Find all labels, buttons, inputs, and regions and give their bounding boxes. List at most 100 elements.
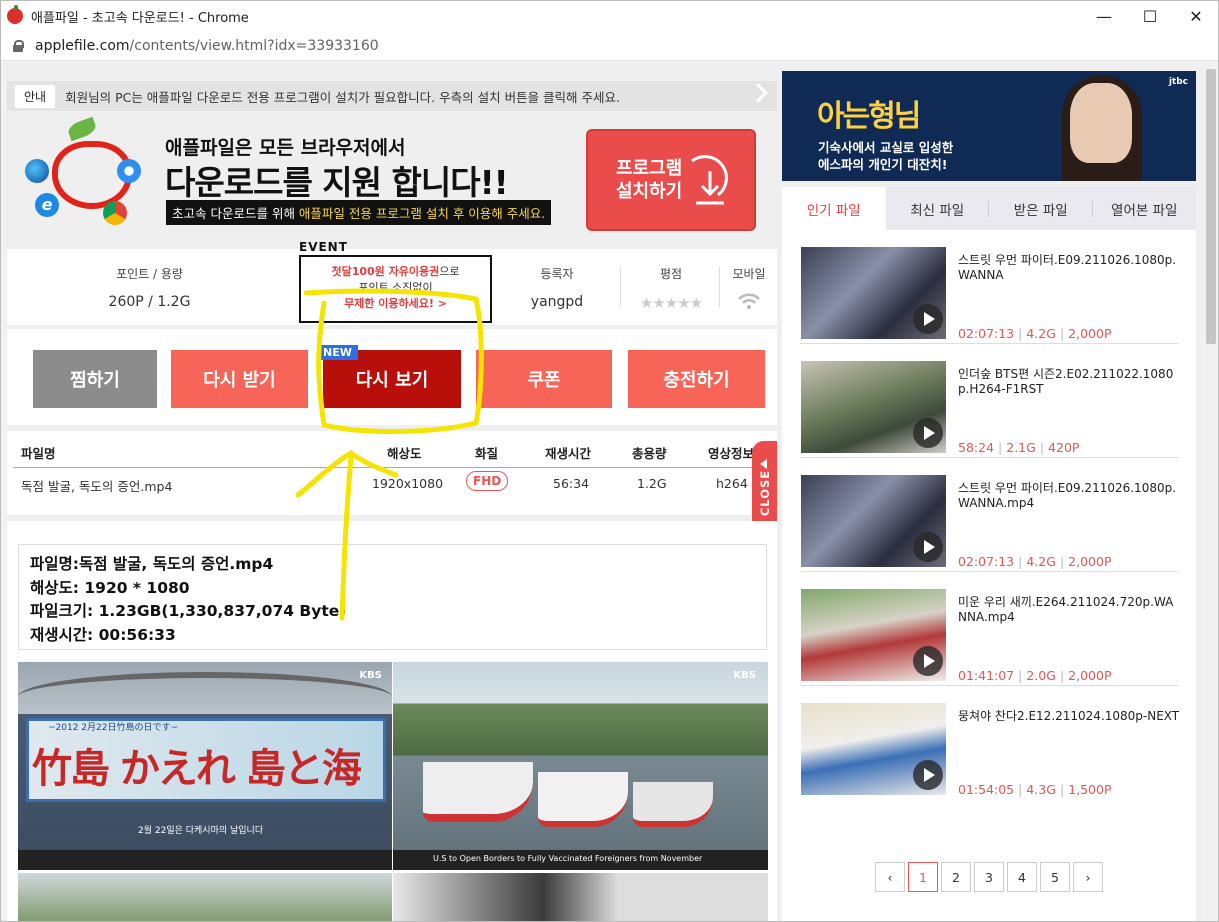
safari-browser-icon	[117, 159, 141, 183]
install-notice-bar[interactable]: 안내 회원님의 PC는 애플파일 다운로드 전용 프로그램이 설치가 필요합니다…	[7, 81, 777, 111]
item-size: 4.2G	[1026, 554, 1056, 569]
col-codec: 영상정보	[708, 446, 755, 461]
edge-browser-icon	[25, 159, 49, 183]
notice-tag: 안내	[15, 84, 56, 108]
browser-window: 애플파일 - 초고속 다운로드! - Chrome — ☐ ✕ applefil…	[0, 0, 1219, 922]
event-popup[interactable]: 첫달100원 자유이용권으로 포인트 소진없이 무제한 이용하세요! >	[299, 255, 492, 323]
file-resolution: 1920x1080	[372, 476, 444, 491]
rating-label: 평점	[659, 267, 683, 281]
item-price: 2,000P	[1068, 554, 1112, 569]
ad-banner[interactable]: 아는형님 기숙사에서 교실로 입성한 에스파의 개인기 대잔치! jtbc	[782, 71, 1196, 181]
maximize-button[interactable]: ☐	[1127, 1, 1173, 31]
list-item[interactable]: 뭉쳐야 찬다2.E12.211024.1080p-NEXT 01:54:05 | 4…	[800, 686, 1179, 800]
coupon-button[interactable]: 쿠폰	[476, 350, 612, 408]
page-content: 안내 회원님의 PC는 애플파일 다운로드 전용 프로그램이 설치가 필요합니다…	[6, 63, 1203, 921]
thumbnail[interactable]	[801, 703, 946, 795]
ad-caption: 기숙사에서 교실로 입성한 에스파의 개인기 대잔치!	[818, 140, 954, 172]
tab-popular[interactable]: 인기 파일	[782, 187, 886, 230]
rating-stars[interactable]: ★★★★★	[627, 294, 715, 312]
preview-screenshot-2[interactable]: U.S to Open Borders to Fully Vaccinated …	[393, 662, 768, 870]
thumbnail[interactable]	[801, 475, 946, 567]
apple-favicon-icon	[7, 5, 23, 24]
download-arrow-icon	[691, 155, 728, 205]
charge-button[interactable]: 충전하기	[628, 350, 765, 408]
item-price: 2,000P	[1068, 668, 1112, 683]
page-3-button[interactable]: 3	[974, 862, 1004, 892]
scrollbar-thumb[interactable]	[1206, 69, 1216, 344]
install-program-button[interactable]: 프로그램 설치하기	[586, 129, 756, 231]
file-tabs: 인기 파일 최신 파일 받은 파일 열어본 파일	[782, 187, 1196, 230]
title-bar: 애플파일 - 초고속 다운로드! - Chrome — ☐ ✕	[1, 1, 1218, 31]
list-item[interactable]: 스트릿 우먼 파이터.E09.211026.1080p.WANNA.mp4 02…	[800, 458, 1179, 572]
page-4-button[interactable]: 4	[1007, 862, 1037, 892]
play-icon[interactable]	[913, 760, 943, 790]
item-title[interactable]: 미운 우리 새끼.E264.211024.720p.WANNA.mp4	[958, 595, 1180, 625]
address-bar[interactable]: applefile.com/contents/view.html?idx=339…	[1, 31, 1218, 61]
chrome-browser-icon	[103, 201, 127, 225]
ad-person-image	[1070, 83, 1132, 163]
lock-icon	[13, 39, 24, 52]
item-title[interactable]: 뭉쳐야 찬다2.E12.211024.1080p-NEXT	[958, 709, 1180, 724]
tab-latest[interactable]: 최신 파일	[886, 187, 989, 230]
mobile-label: 모바일	[732, 267, 766, 281]
prev-page-button[interactable]: ‹	[875, 862, 905, 892]
tab-received[interactable]: 받은 파일	[989, 187, 1093, 230]
item-duration: 02:07:13	[958, 326, 1015, 341]
notice-text: 회원님의 PC는 애플파일 다운로드 전용 프로그램이 설치가 필요합니다. 우…	[65, 89, 620, 105]
file-table: 파일명 해상도 화질 재생시간 총용량 영상정보 독점 발굴, 독도의 증언.m…	[7, 431, 777, 515]
chevron-right-icon[interactable]	[748, 83, 768, 103]
play-icon[interactable]	[913, 304, 943, 334]
item-title[interactable]: 인더숲 BTS편 시즌2.E02.211022.1080p.H264-F1RST	[958, 367, 1180, 397]
item-size: 2.1G	[1006, 440, 1036, 455]
quality-badge: FHD	[466, 471, 509, 491]
thumbnail[interactable]	[801, 589, 946, 681]
play-icon[interactable]	[913, 646, 943, 676]
scrollbar[interactable]	[1203, 63, 1218, 921]
page-2-button[interactable]: 2	[941, 862, 971, 892]
minimize-button[interactable]: —	[1081, 1, 1127, 31]
thumbnail[interactable]	[801, 247, 946, 339]
item-duration: 58:24	[958, 440, 995, 455]
preview-screenshot-1[interactable]: ~2012 2月22日竹島の日です~ 竹島 かえれ 島と海 2월 22일은 다케…	[18, 662, 392, 870]
list-item[interactable]: 인더숲 BTS편 시즌2.E02.211022.1080p.H264-F1RST…	[800, 344, 1179, 458]
detail-filesize: 파일크기: 1.23GB(1,330,837,074 Byte)	[30, 602, 347, 620]
play-icon[interactable]	[913, 418, 943, 448]
file-duration: 56:34	[553, 476, 590, 491]
page-1-button[interactable]: 1	[908, 862, 938, 892]
new-badge: NEW	[317, 345, 358, 360]
install-banner: e 애플파일은 모든 브라우저에서 다운로드를 지원 합니다!! 초고속 다운로…	[7, 111, 777, 245]
redownload-button[interactable]: 다시 받기	[171, 350, 308, 408]
list-item[interactable]: 스트릿 우먼 파이터.E09.211026.1080p.WANNA 02:07:…	[800, 230, 1179, 344]
file-codec: h264	[716, 476, 748, 491]
wifi-icon[interactable]	[737, 292, 761, 310]
thumbnail[interactable]	[801, 361, 946, 453]
points-label: 포인트 / 용량	[116, 267, 183, 281]
next-page-button[interactable]: ›	[1073, 862, 1103, 892]
col-resolution: 해상도	[387, 446, 422, 461]
uploader-label: 등록자	[540, 267, 574, 281]
window-title: 애플파일 - 초고속 다운로드! - Chrome	[31, 10, 249, 26]
list-item[interactable]: 미운 우리 새끼.E264.211024.720p.WANNA.mp4 01:4…	[800, 572, 1179, 686]
item-price: 420P	[1048, 440, 1080, 455]
ad-channel: jtbc	[1168, 77, 1188, 87]
preview-screenshot-3[interactable]	[18, 873, 392, 921]
preview-screenshot-4[interactable]	[393, 873, 768, 921]
screen1-channel: KBS	[359, 670, 382, 681]
item-title[interactable]: 스트릿 우먼 파이터.E09.211026.1080p.WANNA	[958, 253, 1180, 283]
close-window-button[interactable]: ✕	[1173, 1, 1218, 31]
item-title[interactable]: 스트릿 우먼 파이터.E09.211026.1080p.WANNA.mp4	[958, 481, 1180, 511]
play-icon[interactable]	[913, 532, 943, 562]
col-duration: 재생시간	[545, 446, 592, 461]
zzim-button[interactable]: 찜하기	[33, 350, 157, 408]
item-price: 2,000P	[1068, 326, 1112, 341]
page-5-button[interactable]: 5	[1040, 862, 1070, 892]
ad-title: 아는형님	[817, 99, 921, 134]
uploader-value[interactable]: yangpd	[497, 294, 617, 310]
item-duration: 01:41:07	[958, 668, 1015, 683]
detail-duration: 재생시간: 00:56:33	[30, 625, 176, 644]
url-text[interactable]: applefile.com/contents/view.html?idx=339…	[35, 38, 379, 54]
tab-opened[interactable]: 열어본 파일	[1093, 187, 1197, 230]
screen1-caption: 2월 22일은 다케시마의 날입니다	[138, 826, 264, 836]
pagination: ‹ 1 2 3 4 5 ›	[782, 862, 1196, 892]
banner-subline: 초고속 다운로드를 위해 애플파일 전용 프로그램 설치 후 이용해 주세요.	[166, 200, 552, 225]
